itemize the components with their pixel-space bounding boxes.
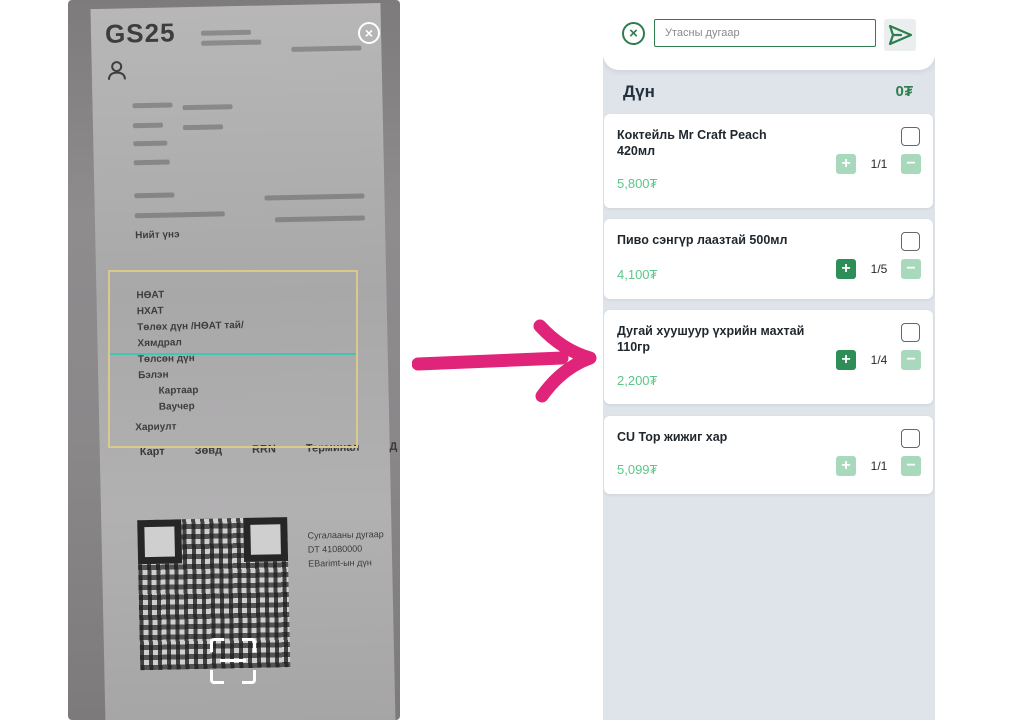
increase-button[interactable]: + bbox=[836, 456, 856, 476]
increase-button[interactable]: + bbox=[836, 259, 856, 279]
item-checkbox[interactable] bbox=[901, 127, 920, 146]
send-button[interactable] bbox=[884, 19, 916, 51]
qr-text-line: EBarimt-ын дүн bbox=[308, 557, 372, 569]
item-price: 2,200₮ bbox=[617, 373, 658, 388]
decrease-button[interactable]: − bbox=[901, 350, 921, 370]
item-quantity: 1/4 bbox=[870, 353, 888, 367]
item-checkbox[interactable] bbox=[901, 429, 920, 448]
item-price: 4,100₮ bbox=[617, 267, 658, 282]
arrow-right-icon bbox=[412, 319, 597, 403]
total-value: 0₮ bbox=[895, 83, 913, 100]
item-name: Пиво сэнгүр лаазтай 500мл bbox=[617, 233, 788, 247]
item-price: 5,099₮ bbox=[617, 462, 658, 477]
decrease-button[interactable]: − bbox=[901, 456, 921, 476]
decrease-button[interactable]: − bbox=[901, 259, 921, 279]
receipt-line: Нийт үнэ bbox=[135, 229, 180, 242]
total-label: Дүн bbox=[623, 82, 655, 101]
receipt-scanner-view: GS25 Нийт үнэ НӨАТ НХАТ Төлөх дүн /НӨАТ … bbox=[68, 0, 400, 720]
list-item: Пиво сэнгүр лаазтай 500мл 4,100₮ + 1/5 − bbox=[604, 219, 933, 299]
item-name: Дугай хуушуур үхрийн махтай 110гр bbox=[617, 324, 805, 354]
phone-number-input[interactable] bbox=[654, 19, 876, 47]
item-quantity: 1/1 bbox=[870, 157, 888, 171]
receipt-brand: GS25 bbox=[104, 17, 176, 49]
item-checkbox[interactable] bbox=[901, 323, 920, 342]
top-bar: × bbox=[603, 0, 935, 70]
send-icon bbox=[888, 24, 913, 46]
qr-text-line: Сугалааны дугаар bbox=[307, 529, 384, 541]
list-item: CU Top жижиг хар 5,099₮ + 1/1 − bbox=[604, 416, 933, 494]
item-quantity: 1/5 bbox=[870, 262, 888, 276]
receipt-qr-text: Сугалааны дугаар DT 41080000 EBarimt-ын … bbox=[307, 527, 384, 571]
list-item: Коктейль Mr Craft Peach 420мл 5,800₮ + 1… bbox=[604, 114, 933, 208]
list-item: Дугай хуушуур үхрийн махтай 110гр 2,200₮… bbox=[604, 310, 933, 404]
increase-button[interactable]: + bbox=[836, 154, 856, 174]
close-icon[interactable]: × bbox=[622, 22, 645, 45]
receipt-col: Д bbox=[389, 440, 398, 453]
decrease-button[interactable]: − bbox=[901, 154, 921, 174]
order-app-screen: × Дүн 0₮ Коктейль Mr Craft Peach 420мл 5… bbox=[603, 0, 935, 720]
scan-line bbox=[110, 353, 356, 355]
scan-capture-icon[interactable] bbox=[210, 638, 256, 684]
scan-frame bbox=[108, 270, 358, 448]
item-quantity: 1/1 bbox=[870, 459, 888, 473]
item-name: Коктейль Mr Craft Peach 420мл bbox=[617, 128, 767, 158]
close-icon[interactable]: × bbox=[358, 22, 380, 44]
item-price: 5,800₮ bbox=[617, 176, 658, 191]
item-checkbox[interactable] bbox=[901, 232, 920, 251]
user-icon bbox=[107, 61, 126, 80]
item-name: CU Top жижиг хар bbox=[617, 430, 728, 444]
total-row: Дүн 0₮ bbox=[603, 80, 935, 106]
increase-button[interactable]: + bbox=[836, 350, 856, 370]
